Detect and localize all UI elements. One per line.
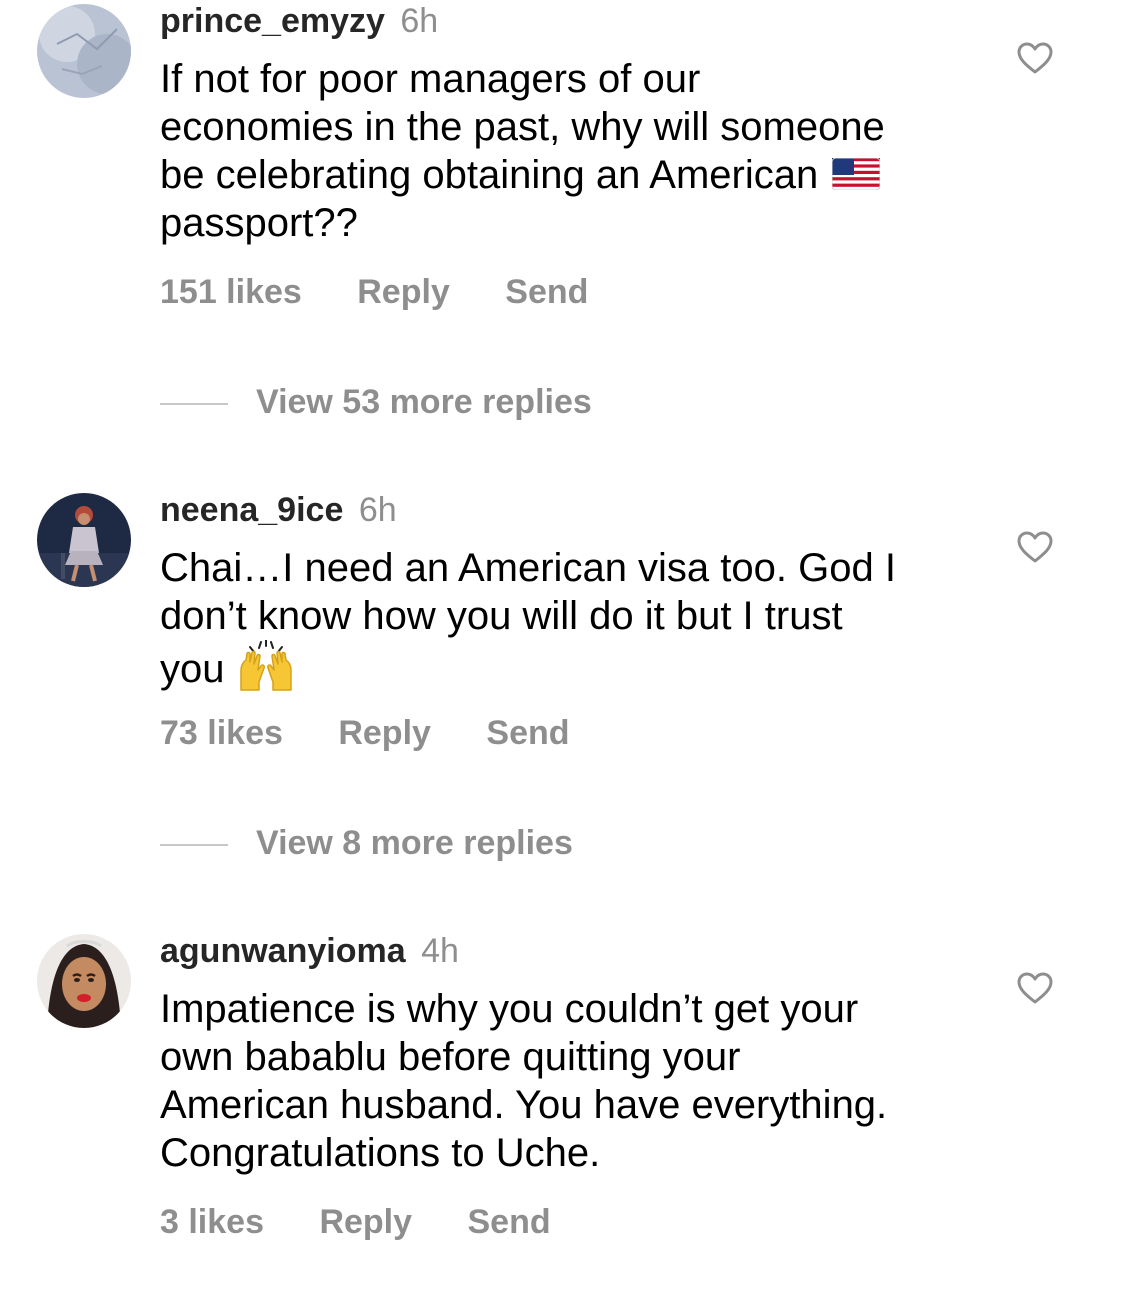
comment-text: If not for poor managers of our economie… (160, 55, 960, 247)
comment-header: neena_9ice 6h (160, 490, 397, 530)
avatar-image (37, 934, 131, 1028)
replies-divider (160, 403, 228, 406)
comment-text-line: Congratulations to Uche. (160, 1131, 601, 1175)
comment-actions: 151 likes Reply Send (160, 272, 634, 312)
timestamp: 6h (400, 2, 439, 40)
comment-text-line: economies in the past, why will someone (160, 105, 885, 149)
heart-icon[interactable] (1016, 971, 1054, 1005)
heart-icon[interactable] (1016, 41, 1054, 75)
comment-text-line: American husband. You have everything. (160, 1083, 888, 1127)
comment-text-line: don’t know how you will do it but I trus… (160, 594, 843, 638)
reply-button[interactable]: Reply (357, 273, 450, 311)
likes-count[interactable]: 73 likes (160, 714, 283, 752)
raising-hands-icon (239, 640, 292, 691)
view-replies-button[interactable]: View 53 more replies (160, 382, 592, 422)
comment-text-line: Impatience is why you couldn’t get your (160, 987, 859, 1031)
username[interactable]: agunwanyioma (160, 932, 406, 970)
view-replies-label: View 53 more replies (256, 383, 592, 421)
comment-header: agunwanyioma 4h (160, 931, 459, 971)
username[interactable]: neena_9ice (160, 491, 343, 529)
comment-text-line-with-emoji: be celebrating obtaining an American (160, 151, 960, 199)
send-button[interactable]: Send (486, 714, 569, 752)
reply-button[interactable]: Reply (338, 714, 431, 752)
comment-header: prince_emyzy 6h (160, 1, 438, 41)
comment-text-line-with-emoji: you (160, 640, 960, 694)
send-button[interactable]: Send (505, 273, 588, 311)
avatar[interactable] (37, 934, 131, 1028)
comment-text: Impatience is why you couldn’t get your … (160, 985, 960, 1177)
timestamp: 6h (358, 491, 397, 529)
comment-text-segment: you (160, 647, 225, 691)
comment-actions: 73 likes Reply Send (160, 713, 616, 753)
heart-icon[interactable] (1016, 530, 1054, 564)
replies-divider (160, 844, 228, 847)
avatar-image (37, 493, 131, 587)
avatar[interactable] (37, 493, 131, 587)
comment-actions: 3 likes Reply Send (160, 1202, 597, 1242)
send-button[interactable]: Send (467, 1203, 550, 1241)
comment-text-segment: be celebrating obtaining an American (160, 153, 819, 197)
comment-text: Chai…I need an American visa too. God I … (160, 544, 960, 694)
us-flag-icon (832, 158, 881, 190)
timestamp: 4h (421, 932, 459, 970)
comment-text-line: passport?? (160, 201, 358, 245)
comment-text-line: If not for poor managers of our (160, 57, 701, 101)
avatar-image (37, 4, 131, 98)
reply-button[interactable]: Reply (319, 1203, 412, 1241)
comment-text-line: Chai…I need an American visa too. God I (160, 546, 896, 590)
comment-text-line: own babablu before quitting your (160, 1035, 741, 1079)
username[interactable]: prince_emyzy (160, 2, 385, 40)
likes-count[interactable]: 151 likes (160, 273, 302, 311)
likes-count[interactable]: 3 likes (160, 1203, 264, 1241)
avatar[interactable] (37, 4, 131, 98)
view-replies-button[interactable]: View 8 more replies (160, 823, 573, 863)
view-replies-label: View 8 more replies (256, 824, 573, 862)
